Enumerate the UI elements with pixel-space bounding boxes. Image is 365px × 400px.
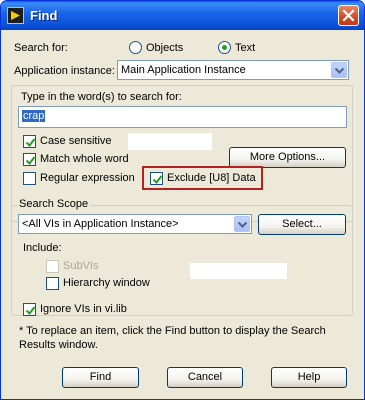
radio-text[interactable] [218, 41, 231, 54]
cancel-button[interactable]: Cancel [167, 367, 243, 388]
find-button[interactable]: Find [62, 367, 139, 388]
ignore-vilib-label[interactable]: Ignore VIs in vi.lib [40, 303, 127, 315]
radio-objects-label[interactable]: Objects [146, 42, 183, 54]
select-button[interactable]: Select... [258, 214, 346, 235]
search-words-label: Type in the word(s) to search for: [21, 91, 182, 103]
search-input-value: crap [22, 110, 46, 122]
blank-area [190, 263, 287, 279]
search-input[interactable]: crap [18, 106, 347, 128]
chevron-down-icon[interactable] [331, 62, 347, 78]
close-icon[interactable] [338, 5, 359, 26]
radio-objects[interactable] [129, 41, 142, 54]
regular-expression-label[interactable]: Regular expression [40, 172, 135, 184]
search-scope-title: Search Scope [17, 198, 91, 210]
match-whole-word-checkbox[interactable] [23, 153, 36, 166]
application-instance-value: Main Application Instance [121, 64, 246, 76]
exclude-u8-label[interactable]: Exclude [U8] Data [167, 172, 256, 184]
application-instance-label: Application instance: [14, 65, 115, 77]
ignore-vilib-checkbox[interactable] [23, 303, 36, 316]
search-for-label: Search for: [14, 42, 68, 54]
title-bar[interactable]: Find [1, 1, 364, 30]
case-sensitive-checkbox[interactable] [23, 135, 36, 148]
radio-text-label[interactable]: Text [235, 42, 255, 54]
match-whole-word-label[interactable]: Match whole word [40, 153, 129, 165]
chevron-down-icon[interactable] [234, 216, 250, 232]
case-sensitive-label[interactable]: Case sensitive [40, 135, 112, 147]
help-button[interactable]: Help [271, 367, 347, 388]
blank-area [128, 133, 212, 150]
more-options-button[interactable]: More Options... [229, 147, 346, 168]
labview-app-icon [7, 7, 24, 24]
regular-expression-checkbox[interactable] [23, 172, 36, 185]
window-title: Find [30, 8, 58, 23]
exclude-u8-checkbox[interactable] [150, 172, 163, 185]
subvis-checkbox[interactable] [46, 260, 59, 273]
hierarchy-window-checkbox[interactable] [46, 277, 59, 290]
find-dialog: Find Search for: Objects Text Applicatio… [0, 0, 365, 400]
dialog-body: Search for: Objects Text Application ins… [4, 30, 361, 398]
search-scope-select[interactable]: <All VIs in Application Instance> [18, 214, 252, 234]
hierarchy-window-label[interactable]: Hierarchy window [63, 277, 150, 289]
replace-note: * To replace an item, click the Find but… [19, 325, 326, 351]
subvis-label[interactable]: SubVIs [63, 260, 98, 272]
include-label: Include: [23, 242, 62, 254]
application-instance-select[interactable]: Main Application Instance [117, 60, 349, 80]
search-scope-value: <All VIs in Application Instance> [22, 218, 179, 230]
